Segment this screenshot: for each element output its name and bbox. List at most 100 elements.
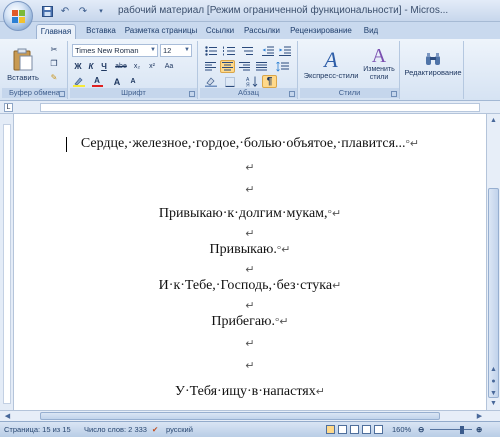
spellcheck-icon[interactable]: ✔ xyxy=(152,425,158,434)
chevron-down-icon[interactable]: ▼ xyxy=(150,45,156,56)
borders-icon[interactable] xyxy=(222,75,237,88)
draft-icon[interactable] xyxy=(374,425,383,434)
doc-line[interactable]: ↵ xyxy=(14,336,486,352)
justify-icon[interactable] xyxy=(254,60,269,73)
line-text: У·Тебя·ищу·в·напастях xyxy=(175,384,316,399)
page-counter[interactable]: Страница: 15 из 15 xyxy=(4,425,71,434)
line-spacing-icon[interactable] xyxy=(273,60,291,73)
doc-line[interactable]: Привыкаю·к·долгим·мукам,°↵ xyxy=(14,206,486,222)
tab-references[interactable]: Ссылки xyxy=(204,24,236,39)
tab-view[interactable]: Вид xyxy=(360,24,382,39)
doc-line[interactable]: У·Тебя·ищу·в·напастях↵ xyxy=(14,384,486,400)
align-left-icon[interactable] xyxy=(203,60,218,73)
paragraph-mark: °↵ xyxy=(327,208,342,220)
language-indicator[interactable]: русский xyxy=(166,425,193,434)
tab-selector-icon[interactable]: L xyxy=(4,103,13,112)
increase-indent-icon[interactable] xyxy=(277,44,292,57)
change-case-button[interactable]: Aa xyxy=(162,60,176,73)
outline-icon[interactable] xyxy=(362,425,371,434)
font-size-value: 12 xyxy=(163,46,172,55)
horizontal-scrollbar[interactable]: ◀ ▶ xyxy=(0,410,500,421)
shrink-font-button[interactable]: A xyxy=(126,75,140,88)
tab-home[interactable]: Главная xyxy=(36,24,76,39)
ribbon-tabs: Главная Вставка Разметка страницы Ссылки… xyxy=(0,22,500,39)
zoom-slider-thumb[interactable] xyxy=(460,426,464,434)
express-styles-button[interactable]: A Экспресс-стили xyxy=(302,43,360,85)
scroll-up-icon[interactable]: ▲ xyxy=(488,115,499,126)
chevron-down-icon[interactable]: ▼ xyxy=(184,45,190,56)
tab-insert[interactable]: Вставка xyxy=(84,24,118,39)
grow-font-button[interactable]: A xyxy=(110,75,124,88)
doc-line[interactable]: ↵ xyxy=(14,298,486,314)
save-icon[interactable] xyxy=(40,4,54,18)
doc-line[interactable]: ↵ xyxy=(14,182,486,198)
superscript-button[interactable]: x² xyxy=(145,60,159,73)
doc-line[interactable]: Привыкаю.°↵ xyxy=(14,242,486,258)
redo-icon[interactable]: ↷ xyxy=(76,4,90,18)
copy-icon[interactable]: ❐ xyxy=(46,57,62,70)
format-painter-icon[interactable]: ✎ xyxy=(46,71,62,84)
tab-mailings[interactable]: Рассылки xyxy=(242,24,282,39)
word-count[interactable]: Число слов: 2 333 xyxy=(84,425,147,434)
doc-line[interactable]: И·к·Тебе,·Господь,·без·стука↵ xyxy=(14,278,486,294)
tab-page-layout[interactable]: Разметка страницы xyxy=(124,24,198,39)
align-center-icon[interactable] xyxy=(220,60,235,73)
paragraph-launcher-icon[interactable] xyxy=(289,91,295,97)
vertical-scrollbar[interactable]: ▲ ▲ ● ▼ ▼ xyxy=(486,114,500,410)
zoom-level[interactable]: 160% xyxy=(392,425,411,434)
align-right-icon[interactable] xyxy=(237,60,252,73)
styles-a-icon: A xyxy=(324,46,338,72)
paste-button[interactable]: Вставить xyxy=(6,43,40,87)
font-size-combo[interactable]: 12 ▼ xyxy=(160,44,192,57)
font-launcher-icon[interactable] xyxy=(189,91,195,97)
strikethrough-button[interactable]: abe xyxy=(113,60,129,73)
zoom-in-icon[interactable]: ⊕ xyxy=(476,425,482,434)
italic-button[interactable]: К xyxy=(85,60,97,73)
change-styles-button[interactable]: A Изменить стили xyxy=(362,43,396,85)
qat-dropdown-icon[interactable]: ▾ xyxy=(94,4,108,18)
editing-button[interactable]: Редактирование xyxy=(404,43,462,85)
decrease-indent-icon[interactable] xyxy=(260,44,275,57)
highlight-icon[interactable] xyxy=(72,75,86,88)
doc-line[interactable]: ↵ xyxy=(14,160,486,176)
numbering-icon[interactable] xyxy=(221,44,236,57)
cut-icon[interactable]: ✂ xyxy=(46,43,62,56)
previous-page-icon[interactable]: ▲ xyxy=(488,364,499,375)
doc-line[interactable]: ↵ xyxy=(14,262,486,278)
show-formatting-button[interactable]: ¶ xyxy=(262,75,277,88)
doc-line[interactable]: ↵ xyxy=(14,358,486,374)
subscript-button[interactable]: x₂ xyxy=(130,60,144,73)
scroll-down-icon[interactable]: ▼ xyxy=(488,398,499,409)
paragraph-mark: °↵ xyxy=(405,138,420,150)
font-name-combo[interactable]: Times New Roman ▼ xyxy=(72,44,158,57)
clipboard-launcher-icon[interactable] xyxy=(59,91,65,97)
horizontal-ruler: L xyxy=(0,101,500,114)
horizontal-scroll-thumb[interactable] xyxy=(40,412,440,420)
document-page[interactable]: Сердце,·железное,·гордое,·болью·объятое,… xyxy=(14,114,486,410)
change-styles-label: Изменить стили xyxy=(363,66,395,81)
bullets-icon[interactable] xyxy=(203,44,218,57)
multilevel-list-icon[interactable] xyxy=(239,44,254,57)
full-screen-reading-icon[interactable] xyxy=(338,425,347,434)
shading-icon[interactable] xyxy=(203,75,218,88)
zoom-out-icon[interactable]: ⊖ xyxy=(418,425,424,434)
font-name-value: Times New Roman xyxy=(75,46,139,55)
doc-line[interactable]: ↵ xyxy=(14,226,486,242)
sort-icon[interactable]: АЯ xyxy=(244,75,259,88)
office-button[interactable] xyxy=(3,1,33,31)
ruler-track[interactable] xyxy=(40,103,480,112)
line-text: Прибегаю. xyxy=(211,314,276,329)
paragraph-mark: ↵ xyxy=(245,360,255,372)
styles-launcher-icon[interactable] xyxy=(391,91,397,97)
doc-line[interactable]: Сердце,·железное,·гордое,·болью·объятое,… xyxy=(14,136,486,152)
undo-icon[interactable]: ↶ xyxy=(58,4,72,18)
doc-line[interactable]: Прибегаю.°↵ xyxy=(14,314,486,330)
browse-object-icon[interactable]: ● xyxy=(488,376,499,387)
bold-button[interactable]: Ж xyxy=(72,60,84,73)
font-color-button[interactable]: A xyxy=(90,75,104,88)
underline-button[interactable]: Ч xyxy=(98,60,110,73)
print-layout-icon[interactable] xyxy=(326,425,335,434)
tab-review[interactable]: Рецензирование xyxy=(288,24,354,39)
zoom-slider[interactable] xyxy=(430,429,472,430)
web-layout-icon[interactable] xyxy=(350,425,359,434)
